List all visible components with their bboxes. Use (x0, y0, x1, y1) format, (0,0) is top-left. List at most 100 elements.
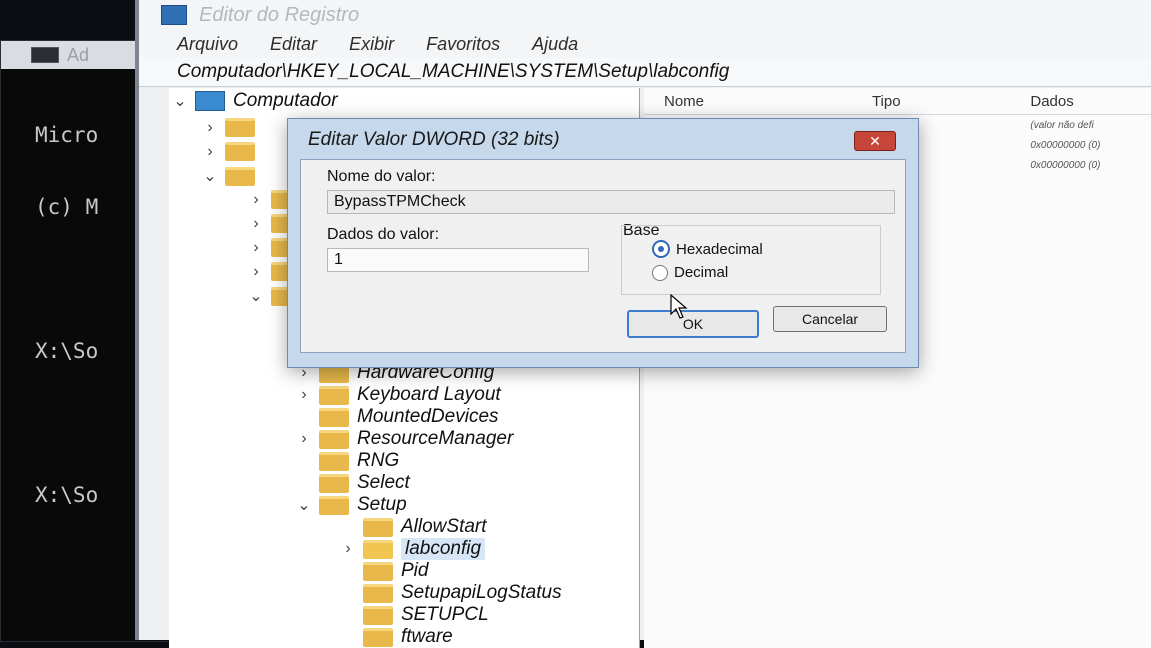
column-header-dados[interactable]: Dados (1030, 93, 1151, 110)
folder-icon (363, 517, 393, 537)
tree-node-computador[interactable]: ⌄ Computador (173, 90, 338, 112)
console-title: Ad (67, 44, 90, 65)
folder-icon (225, 166, 255, 186)
tree-label: MountedDevices (357, 406, 499, 427)
tree-node-setup[interactable]: ⌄ Setup (297, 494, 407, 516)
value-data-field[interactable]: 1 (327, 248, 589, 272)
chevron-right-icon[interactable]: › (249, 191, 263, 209)
chevron-right-icon[interactable]: › (203, 143, 217, 161)
chevron-right-icon[interactable] (341, 606, 355, 624)
chevron-right-icon[interactable] (297, 474, 311, 492)
base-group: Hexadecimal Decimal (621, 225, 881, 295)
tree-label: Select (357, 472, 410, 493)
chevron-right-icon[interactable]: › (249, 263, 263, 281)
tree-label: ftware (401, 626, 453, 647)
folder-icon (363, 627, 393, 647)
tree-node-keyboard-layout[interactable]: › Keyboard Layout (297, 384, 501, 406)
folder-icon (319, 473, 349, 493)
chevron-down-icon[interactable]: ⌄ (297, 495, 311, 515)
close-button[interactable]: ✕ (854, 131, 896, 151)
tree-node-setupcl[interactable]: SETUPCL (341, 604, 489, 626)
tree-label: Computador (233, 90, 338, 111)
chevron-right-icon[interactable]: › (297, 386, 311, 404)
value-name-label: Nome do valor: (327, 168, 436, 185)
chevron-right-icon[interactable] (341, 584, 355, 602)
list-cell-data: (valor não defi (1030, 119, 1094, 131)
tree-label: SETUPCL (401, 604, 489, 625)
radio-checked-icon[interactable] (652, 240, 670, 258)
dialog-body: Nome do valor: BypassTPMCheck Dados do v… (300, 159, 906, 353)
menu-exibir[interactable]: Exibir (349, 34, 394, 55)
chevron-right-icon[interactable] (341, 562, 355, 580)
edit-dword-dialog: Editar Valor DWORD (32 bits) ✕ Nome do v… (287, 118, 919, 368)
folder-icon (363, 539, 393, 559)
value-data-label: Dados do valor: (327, 226, 440, 243)
radio-unchecked-icon[interactable] (652, 264, 668, 281)
dialog-title: Editar Valor DWORD (32 bits) (308, 129, 560, 150)
list-header: Nome Tipo Dados (644, 88, 1151, 115)
list-cell-data: 0x00000000 (0) (1030, 159, 1101, 171)
folder-icon (319, 385, 349, 405)
folder-icon (363, 561, 393, 581)
address-path: Computador\HKEY_LOCAL_MACHINE\SYSTEM\Set… (177, 61, 730, 82)
chevron-down-icon[interactable]: ⌄ (249, 286, 263, 306)
value-name-field[interactable]: BypassTPMCheck (327, 190, 895, 214)
tree-label: SetupapiLogStatus (401, 582, 562, 603)
tree-label: labconfig (401, 538, 486, 560)
chevron-right-icon[interactable] (341, 518, 355, 536)
registry-app-icon (161, 5, 187, 25)
chevron-right-icon[interactable]: › (249, 239, 263, 257)
ok-button[interactable]: OK (627, 310, 759, 338)
radio-hexadecimal[interactable]: Hexadecimal (652, 240, 763, 258)
address-bar[interactable]: Computador\HKEY_LOCAL_MACHINE\SYSTEM\Set… (139, 58, 1151, 87)
tree-label: Setup (357, 494, 407, 515)
menu-ajuda[interactable]: Ajuda (532, 34, 578, 55)
tree-node-labconfig[interactable]: › labconfig (341, 538, 486, 560)
menu-favoritos[interactable]: Favoritos (426, 34, 500, 55)
folder-icon (363, 605, 393, 625)
title-bar: Editor do Registro (139, 0, 1151, 30)
tree-node-software[interactable]: ftware (341, 626, 453, 648)
radio-decimal[interactable]: Decimal (652, 264, 728, 281)
chevron-right-icon[interactable]: › (341, 540, 355, 558)
chevron-right-icon[interactable]: › (297, 430, 311, 448)
tree-label: ResourceManager (357, 428, 514, 449)
folder-icon (319, 451, 349, 471)
radio-hexadecimal-label: Hexadecimal (676, 240, 763, 258)
tree-label: RNG (357, 450, 400, 471)
chevron-down-icon[interactable]: ⌄ (203, 166, 217, 186)
tree-node-pid[interactable]: Pid (341, 560, 428, 582)
tree-node-mounteddevices[interactable]: MountedDevices (297, 406, 499, 428)
column-header-tipo[interactable]: Tipo (872, 93, 1030, 110)
tree-node[interactable]: ⌄ (203, 166, 255, 186)
radio-decimal-label: Decimal (674, 264, 729, 281)
tree-label: Pid (401, 560, 429, 581)
mouse-pointer-icon (670, 294, 688, 319)
folder-icon (363, 583, 393, 603)
tree-node-select[interactable]: Select (297, 472, 410, 494)
tree-label: AllowStart (401, 516, 487, 537)
folder-icon (319, 429, 349, 449)
tree-label: Keyboard Layout (357, 384, 501, 405)
tree-node-resourcemanager[interactable]: › ResourceManager (297, 428, 513, 450)
tree-node-setupapilogstatus[interactable]: SetupapiLogStatus (341, 582, 562, 604)
cancel-button[interactable]: Cancelar (773, 306, 887, 332)
tree-node-allowstart[interactable]: AllowStart (341, 516, 487, 538)
menu-arquivo[interactable]: Arquivo (177, 34, 238, 55)
menu-editar[interactable]: Editar (270, 34, 317, 55)
chevron-right-icon[interactable]: › (203, 119, 217, 137)
folder-icon (225, 118, 255, 137)
folder-icon (319, 407, 349, 427)
folder-icon (225, 142, 255, 161)
console-icon (31, 47, 59, 63)
chevron-right-icon[interactable] (297, 408, 311, 426)
chevron-right-icon[interactable] (297, 452, 311, 470)
chevron-down-icon[interactable]: ⌄ (173, 91, 187, 111)
tree-node-rng[interactable]: RNG (297, 450, 399, 472)
list-cell-data: 0x00000000 (0) (1030, 139, 1101, 151)
chevron-right-icon[interactable]: › (249, 215, 263, 233)
tree-node[interactable]: › (203, 118, 255, 137)
column-header-nome[interactable]: Nome (644, 93, 872, 110)
folder-icon (319, 495, 349, 515)
tree-node[interactable]: › (203, 142, 255, 161)
